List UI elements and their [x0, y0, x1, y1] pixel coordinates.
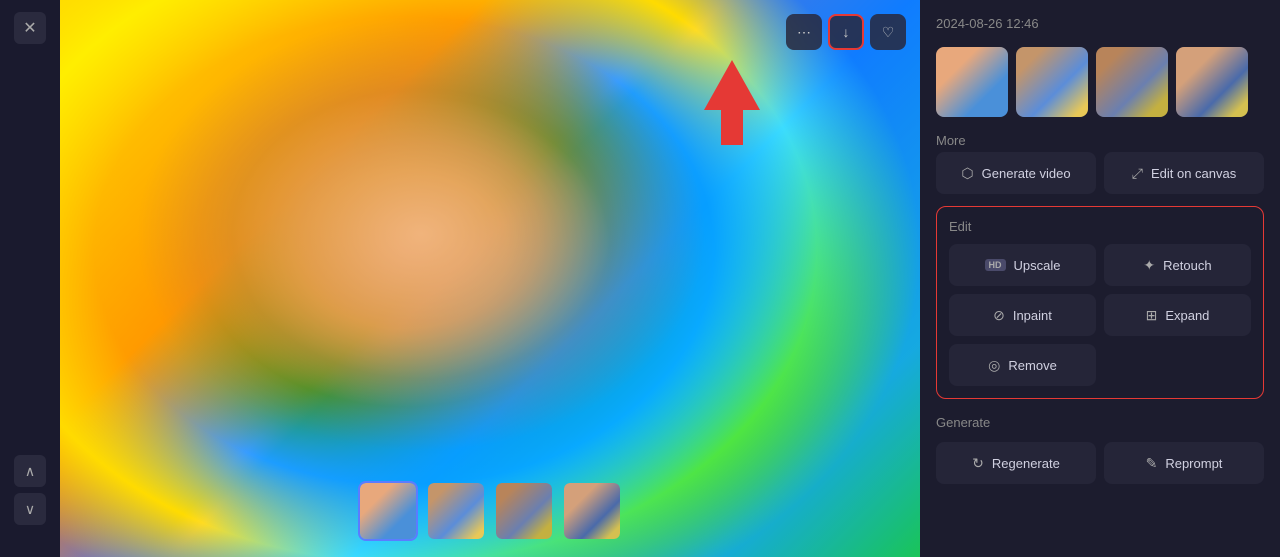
- inpaint-icon: ⊘: [993, 307, 1005, 324]
- left-panel: ✕ ∧ ∨: [0, 0, 60, 557]
- generate-section: Generate ↻ Regenerate ✎ Reprompt: [936, 411, 1264, 484]
- thumbnail-strip: [358, 481, 622, 541]
- expand-icon: ⊞: [1146, 307, 1158, 324]
- generate-video-button[interactable]: ⬡ Generate video: [936, 152, 1096, 194]
- expand-label: Expand: [1165, 308, 1209, 323]
- bottom-thumb-3[interactable]: [494, 481, 554, 541]
- main-image: [60, 0, 920, 557]
- retouch-icon: ✦: [1143, 257, 1155, 274]
- regenerate-icon: ↻: [972, 455, 984, 472]
- arrow-head: [704, 60, 760, 110]
- hd-badge: HD: [985, 259, 1006, 271]
- top-thumb-1[interactable]: [936, 47, 1008, 117]
- edit-row-3: ◎ Remove: [949, 344, 1251, 386]
- download-button[interactable]: ↓: [828, 14, 864, 50]
- more-btn-row: ⬡ Generate video ⤢ Edit on canvas: [936, 152, 1264, 194]
- close-icon: ✕: [23, 18, 36, 38]
- regenerate-label: Regenerate: [992, 456, 1060, 471]
- edit-section-label: Edit: [949, 219, 1251, 234]
- inpaint-button[interactable]: ⊘ Inpaint: [949, 294, 1096, 336]
- expand-button[interactable]: ⊞ Expand: [1104, 294, 1251, 336]
- top-thumb-img-4: [1176, 47, 1248, 117]
- top-thumb-2[interactable]: [1016, 47, 1088, 117]
- inpaint-label: Inpaint: [1013, 308, 1052, 323]
- bottom-thumb-1[interactable]: [358, 481, 418, 541]
- arrow-stem: [721, 110, 743, 145]
- more-options-button[interactable]: ⋯: [786, 14, 822, 50]
- edit-row-1: HD Upscale ✦ Retouch: [949, 244, 1251, 286]
- upscale-button[interactable]: HD Upscale: [949, 244, 1096, 286]
- bottom-thumb-img-1: [360, 483, 416, 539]
- bottom-thumb-img-2: [428, 483, 484, 539]
- bottom-thumb-img-4: [564, 483, 620, 539]
- top-thumb-3[interactable]: [1096, 47, 1168, 117]
- edit-section: Edit HD Upscale ✦ Retouch ⊘ Inpaint ⊞ Ex…: [936, 206, 1264, 399]
- more-section: More ⬡ Generate video ⤢ Edit on canvas: [936, 129, 1264, 194]
- red-arrow-indicator: [704, 60, 760, 145]
- bottom-thumb-4[interactable]: [562, 481, 622, 541]
- edit-on-canvas-button[interactable]: ⤢ Edit on canvas: [1104, 152, 1264, 194]
- top-thumb-4[interactable]: [1176, 47, 1248, 117]
- video-icon: ⬡: [961, 165, 973, 182]
- generate-video-label: Generate video: [982, 166, 1071, 181]
- remove-label: Remove: [1008, 358, 1056, 373]
- remove-button[interactable]: ◎ Remove: [949, 344, 1096, 386]
- reprompt-icon: ✎: [1146, 455, 1158, 472]
- nav-buttons: ∧ ∨: [14, 455, 46, 525]
- reprompt-button[interactable]: ✎ Reprompt: [1104, 442, 1264, 484]
- bookmark-icon: ♡: [882, 24, 895, 41]
- close-button[interactable]: ✕: [14, 12, 46, 44]
- image-toolbar: ⋯ ↓ ♡: [786, 14, 906, 50]
- regenerate-button[interactable]: ↻ Regenerate: [936, 442, 1096, 484]
- upscale-label: Upscale: [1014, 258, 1061, 273]
- face-overlay: [60, 0, 920, 557]
- generate-section-label: Generate: [936, 415, 1264, 430]
- bookmark-button[interactable]: ♡: [870, 14, 906, 50]
- bottom-thumb-img-3: [496, 483, 552, 539]
- remove-icon: ◎: [988, 357, 1000, 374]
- edit-row-2: ⊘ Inpaint ⊞ Expand: [949, 294, 1251, 336]
- download-icon: ↓: [843, 24, 850, 40]
- top-thumbnails: [936, 47, 1264, 117]
- reprompt-label: Reprompt: [1165, 456, 1222, 471]
- image-container: ⋯ ↓ ♡: [60, 0, 920, 557]
- generate-btn-row: ↻ Regenerate ✎ Reprompt: [936, 442, 1264, 484]
- more-section-label: More: [936, 133, 1264, 148]
- nav-up-button[interactable]: ∧: [14, 455, 46, 487]
- retouch-label: Retouch: [1163, 258, 1211, 273]
- canvas-icon: ⤢: [1132, 165, 1143, 182]
- bottom-thumb-2[interactable]: [426, 481, 486, 541]
- top-thumb-img-1: [936, 47, 1008, 117]
- more-icon: ⋯: [797, 24, 811, 41]
- chevron-up-icon: ∧: [25, 463, 35, 480]
- top-thumb-img-3: [1096, 47, 1168, 117]
- edit-on-canvas-label: Edit on canvas: [1151, 166, 1236, 181]
- retouch-button[interactable]: ✦ Retouch: [1104, 244, 1251, 286]
- chevron-down-icon: ∨: [25, 501, 35, 518]
- main-content: ⋯ ↓ ♡: [60, 0, 920, 557]
- right-panel: 2024-08-26 12:46 More ⬡ Generate video ⤢…: [920, 0, 1280, 557]
- timestamp: 2024-08-26 12:46: [936, 16, 1264, 31]
- top-thumb-img-2: [1016, 47, 1088, 117]
- nav-down-button[interactable]: ∨: [14, 493, 46, 525]
